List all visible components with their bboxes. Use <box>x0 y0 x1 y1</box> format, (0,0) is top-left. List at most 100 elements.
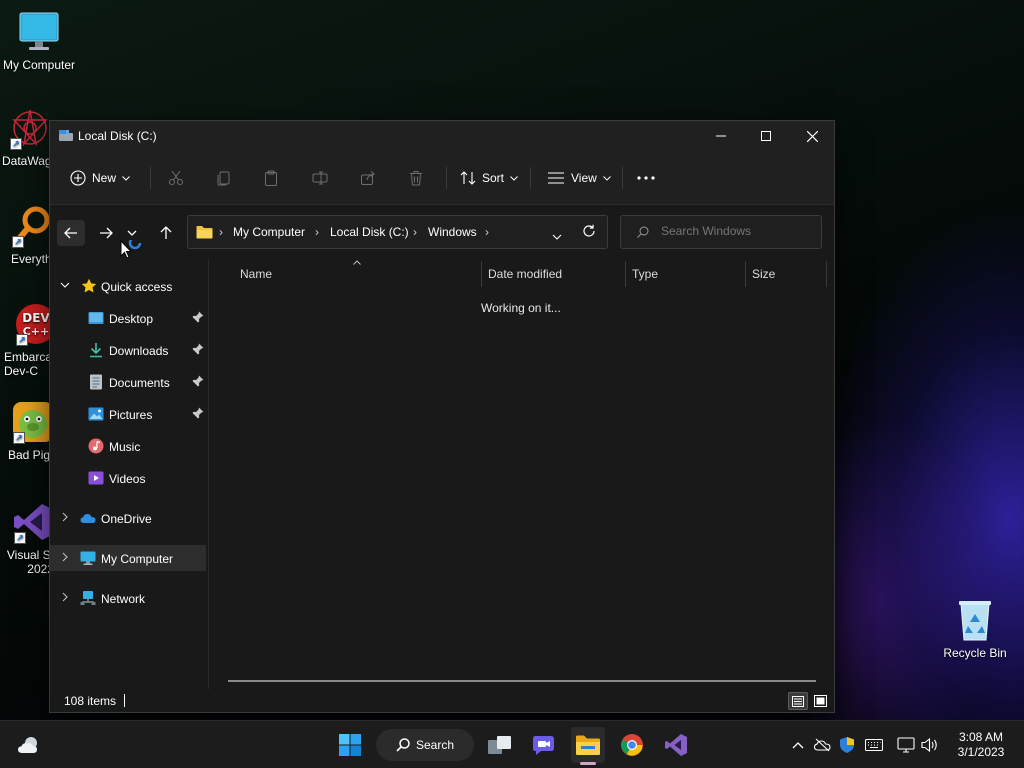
chrome-taskbar-button[interactable] <box>617 727 647 763</box>
new-button[interactable]: New <box>70 151 130 205</box>
close-button[interactable] <box>789 121 835 151</box>
nav-downloads[interactable]: Downloads <box>50 337 206 363</box>
breadcrumb-separator: › <box>485 225 489 239</box>
column-divider[interactable] <box>745 261 746 287</box>
clipboard-icon <box>265 170 277 186</box>
share-button[interactable] <box>360 151 376 205</box>
network-tray-icon[interactable] <box>896 735 916 755</box>
nav-label: OneDrive <box>101 512 152 526</box>
monitor-icon <box>17 10 61 54</box>
pin-icon[interactable] <box>192 343 204 355</box>
nav-label: Desktop <box>109 312 154 326</box>
column-name[interactable]: Name <box>240 267 272 281</box>
search-box[interactable] <box>620 215 822 249</box>
desktop-folder-icon <box>88 312 104 324</box>
details-view-button[interactable] <box>788 692 808 710</box>
cut-button[interactable] <box>168 151 184 205</box>
task-view-button[interactable] <box>485 727 515 763</box>
tiles-view-button[interactable] <box>810 692 830 710</box>
onedrive-tray-icon[interactable] <box>813 735 833 755</box>
visual-studio-icon <box>665 734 687 756</box>
back-button[interactable] <box>57 220 85 246</box>
pane-divider[interactable] <box>208 259 209 689</box>
security-tray-icon[interactable] <box>837 735 857 755</box>
search-icon <box>396 738 410 752</box>
nav-desktop[interactable]: Desktop <box>50 305 206 331</box>
chat-button[interactable] <box>529 727 559 763</box>
nav-label: Downloads <box>109 344 169 358</box>
sort-button[interactable]: Sort <box>460 151 518 205</box>
taskbar-search-button[interactable]: Search <box>376 729 474 761</box>
more-options-button[interactable] <box>637 151 655 205</box>
breadcrumb-local-disk[interactable]: Local Disk (C:) <box>330 225 409 239</box>
nav-quick-access[interactable]: Quick access <box>50 273 206 299</box>
desktop-icon-my-computer[interactable]: My Computer <box>1 10 77 72</box>
nav-onedrive[interactable]: OneDrive <box>50 505 206 531</box>
column-header-row: Name Date modified Type Size <box>209 259 836 289</box>
title-bar[interactable]: Local Disk (C:) <box>50 121 834 151</box>
paste-button[interactable] <box>263 151 279 205</box>
pin-icon[interactable] <box>192 311 204 323</box>
nav-label: Documents <box>109 376 170 390</box>
chevron-down-icon[interactable] <box>60 280 70 290</box>
visual-studio-taskbar-button[interactable] <box>661 727 691 763</box>
network-icon <box>80 591 96 605</box>
horizontal-scrollbar[interactable] <box>228 680 816 682</box>
arrow-up-icon <box>160 226 172 239</box>
plus-circle-icon <box>70 170 86 186</box>
pin-icon[interactable] <box>192 375 204 387</box>
view-button[interactable]: View <box>547 151 611 205</box>
new-label: New <box>92 171 117 185</box>
column-size[interactable]: Size <box>752 267 775 281</box>
chevron-right-icon[interactable] <box>60 592 70 602</box>
nav-music[interactable]: Music <box>50 433 206 459</box>
arrow-left-icon <box>64 227 77 239</box>
start-button[interactable] <box>334 727 366 763</box>
forward-button[interactable] <box>92 220 120 246</box>
chat-video-icon <box>533 736 554 755</box>
videos-icon <box>88 471 104 485</box>
search-input[interactable] <box>661 224 811 238</box>
column-divider[interactable] <box>481 261 482 287</box>
chevron-right-icon[interactable] <box>60 552 70 562</box>
copy-button[interactable] <box>216 151 232 205</box>
view-lines-icon <box>548 172 564 184</box>
keyboard-tray-icon[interactable] <box>864 735 884 755</box>
column-type[interactable]: Type <box>632 267 658 281</box>
chevron-right-icon[interactable] <box>60 512 70 522</box>
maximize-button[interactable] <box>743 121 789 151</box>
copy-icon <box>217 171 230 186</box>
windows-logo-icon <box>339 734 361 756</box>
star-icon <box>81 278 97 293</box>
loading-status-text: Working on it... <box>481 301 561 315</box>
toolbar-divider <box>446 167 447 189</box>
nav-pictures[interactable]: Pictures <box>50 401 206 427</box>
breadcrumb-windows[interactable]: Windows <box>428 225 477 239</box>
refresh-button[interactable] <box>582 224 596 241</box>
column-date-modified[interactable]: Date modified <box>488 267 562 281</box>
clock[interactable]: 3:08 AM 3/1/2023 <box>948 730 1014 760</box>
file-explorer-taskbar-button[interactable] <box>571 727 605 763</box>
nav-documents[interactable]: Documents <box>50 369 206 395</box>
chevron-down-icon <box>122 175 130 181</box>
nav-my-computer[interactable]: My Computer <box>50 545 206 571</box>
maximize-icon <box>761 131 771 141</box>
volume-tray-icon[interactable] <box>920 735 940 755</box>
rename-button[interactable] <box>312 151 328 205</box>
delete-button[interactable] <box>408 151 424 205</box>
show-hidden-icons-button[interactable] <box>788 735 808 755</box>
column-divider[interactable] <box>625 261 626 287</box>
column-divider[interactable] <box>826 261 827 287</box>
breadcrumb-my-computer[interactable]: My Computer <box>233 225 305 239</box>
up-button[interactable] <box>152 220 180 246</box>
address-bar[interactable]: › My Computer › Local Disk (C:) › Window… <box>187 215 608 249</box>
nav-network[interactable]: Network <box>50 585 206 611</box>
minimize-button[interactable] <box>698 121 744 151</box>
chevron-down-icon <box>602 175 611 181</box>
widgets-button[interactable] <box>14 727 44 763</box>
desktop-icon-recycle-bin[interactable]: Recycle Bin <box>937 598 1013 660</box>
nav-videos[interactable]: Videos <box>50 465 206 491</box>
nav-label: Music <box>109 440 141 454</box>
pin-icon[interactable] <box>192 407 204 419</box>
address-history-dropdown[interactable] <box>552 229 562 243</box>
